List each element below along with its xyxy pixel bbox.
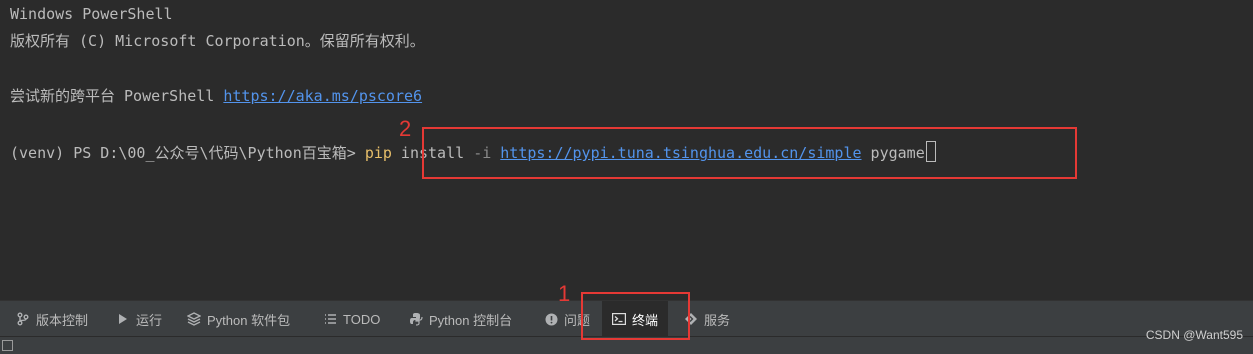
tab-version-control[interactable]: 版本控制 bbox=[16, 301, 88, 337]
tab-python-packages[interactable]: Python 软件包 bbox=[187, 301, 290, 337]
terminal-line-title: Windows PowerShell bbox=[10, 5, 173, 23]
python-icon bbox=[409, 312, 423, 326]
terminal-line-try: 尝试新的跨平台 PowerShell https://aka.ms/pscore… bbox=[10, 86, 422, 106]
list-icon bbox=[323, 312, 337, 326]
tab-run[interactable]: 运行 bbox=[116, 301, 162, 337]
cmd-pip: pip bbox=[364, 144, 392, 162]
tab-todo[interactable]: TODO bbox=[323, 301, 380, 337]
terminal-try-text: 尝试新的跨平台 PowerShell bbox=[10, 87, 224, 105]
annotation-number-2: 2 bbox=[399, 116, 412, 141]
play-icon bbox=[116, 312, 130, 326]
annotation-number-1: 1 bbox=[558, 281, 571, 306]
annotation-box-command bbox=[422, 127, 1077, 179]
tab-services[interactable]: 服务 bbox=[684, 301, 730, 337]
tab-label: Python 控制台 bbox=[429, 312, 513, 328]
branch-icon bbox=[16, 312, 30, 326]
toggle-tool-windows-icon[interactable] bbox=[2, 340, 13, 351]
pscore-link[interactable]: https://aka.ms/pscore6 bbox=[223, 87, 422, 105]
tab-label: 服务 bbox=[704, 312, 731, 328]
terminal-line-copyright: 版权所有 (C) Microsoft Corporation。保留所有权利。 bbox=[10, 32, 425, 50]
terminal-prompt: (venv) PS D:\00_公众号\代码\Python百宝箱> bbox=[10, 144, 365, 162]
watermark: CSDN @Want595 bbox=[1145, 328, 1243, 342]
tab-python-console[interactable]: Python 控制台 bbox=[409, 301, 512, 337]
tab-label: Python 软件包 bbox=[207, 312, 291, 328]
tab-label: 版本控制 bbox=[36, 312, 89, 328]
tab-label: TODO bbox=[343, 311, 381, 327]
layers-icon bbox=[187, 312, 201, 326]
annotation-box-terminal-tab bbox=[581, 292, 690, 340]
warning-icon bbox=[544, 312, 558, 326]
tab-label: 运行 bbox=[136, 312, 163, 328]
